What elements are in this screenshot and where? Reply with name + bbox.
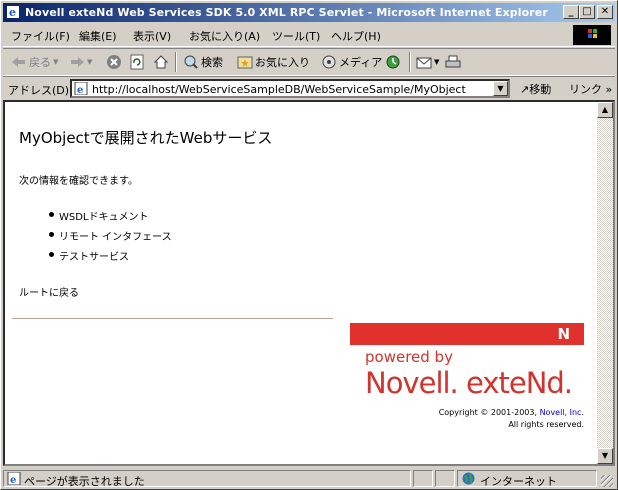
page-content: MyObjectで展開されたWebサービス 次の情報を確認できます。 WSDLド… <box>5 102 597 464</box>
status-message-cell: e ページが表示されました <box>3 470 411 488</box>
return-to-root-link[interactable]: ルートに戻る <box>19 284 79 299</box>
media-button[interactable]: メディア <box>321 53 382 71</box>
status-bar: e ページが表示されました インターネット <box>3 468 615 489</box>
standard-toolbar: 戻る ▼ ▼ 検索 お気に入り メディア ▼ <box>3 48 615 76</box>
wsdl-document-link[interactable]: WSDLドキュメント <box>59 212 149 223</box>
menu-favorites[interactable]: お気に入り(A) <box>189 28 260 44</box>
resize-grip-icon[interactable] <box>601 475 613 487</box>
go-button[interactable]: ↗移動 <box>520 81 551 97</box>
vertical-scrollbar[interactable]: ▲ ▼ <box>597 102 613 464</box>
intro-text: 次の情報を確認できます。 <box>19 176 138 187</box>
print-button[interactable] <box>445 53 461 71</box>
favorites-button[interactable]: お気に入り <box>237 53 310 71</box>
window-title: Novell exteNd Web Services SDK 5.0 XML R… <box>25 6 548 19</box>
refresh-icon <box>130 54 144 70</box>
list-item: テストサービス <box>19 248 172 268</box>
favorites-label: お気に入り <box>255 56 310 69</box>
page-viewport: MyObjectで展開されたWebサービス 次の情報を確認できます。 WSDLド… <box>3 100 615 466</box>
security-zone-cell: インターネット <box>457 470 597 488</box>
go-label: 移動 <box>529 83 552 96</box>
page-icon: e <box>74 82 88 95</box>
novell-extend-logo: Novell. exteNd. <box>365 366 573 400</box>
svg-text:e: e <box>10 475 16 485</box>
menu-bar: ファイル(F) 編集(E) 表示(V) お気に入り(A) ツール(T) ヘルプ(… <box>3 24 615 47</box>
menu-file[interactable]: ファイル(F) <box>11 28 70 44</box>
forward-dropdown-icon[interactable]: ▼ <box>87 58 92 66</box>
links-label: リンク <box>569 83 602 96</box>
title-bar: e Novell exteNd Web Services SDK 5.0 XML… <box>3 3 615 22</box>
svg-text:e: e <box>9 6 16 19</box>
back-button[interactable]: 戻る ▼ <box>11 53 58 71</box>
toolbar-separator <box>175 52 177 72</box>
page-done-icon: e <box>7 472 21 485</box>
copyright-notice: Copyright © 2001-2003, Novell, Inc. All … <box>439 407 584 431</box>
list-item: WSDLドキュメント <box>19 208 172 228</box>
maximize-button[interactable]: □ <box>579 5 595 19</box>
search-label: 検索 <box>201 56 223 69</box>
windows-logo-icon <box>573 25 611 45</box>
page-title: MyObjectで展開されたWebサービス <box>19 129 273 147</box>
security-zone-text: インターネット <box>480 475 557 488</box>
search-button[interactable]: 検索 <box>183 53 223 71</box>
chevron-right-icon: » <box>605 83 613 96</box>
address-bar: アドレス(D) e http://localhost/WebServiceSam… <box>3 76 615 100</box>
address-url: http://localhost/WebServiceSampleDB/WebS… <box>92 83 466 96</box>
link-list: WSDLドキュメント リモート インタフェース テストサービス <box>19 208 172 268</box>
close-button[interactable]: ✕ <box>597 5 613 19</box>
forward-button[interactable]: ▼ <box>69 53 92 71</box>
svg-text:e: e <box>77 85 83 95</box>
stop-button[interactable] <box>106 53 122 71</box>
novell-n-logo: N <box>557 325 570 343</box>
divider <box>12 318 333 319</box>
back-arrow-icon <box>12 57 25 67</box>
scroll-up-icon[interactable]: ▲ <box>597 102 613 118</box>
back-label: 戻る <box>29 56 51 69</box>
remote-interface-link[interactable]: リモート インタフェース <box>59 232 172 243</box>
home-button[interactable] <box>153 53 169 71</box>
internet-explorer-icon: e <box>7 6 19 19</box>
novell-red-bar: N <box>350 323 584 345</box>
mail-button[interactable]: ▼ <box>416 53 439 71</box>
list-item: リモート インタフェース <box>19 228 172 248</box>
globe-icon <box>462 472 475 485</box>
mail-dropdown-icon[interactable]: ▼ <box>434 58 439 66</box>
powered-by-text: powered by <box>365 348 453 366</box>
search-icon <box>184 55 198 69</box>
copyright-prefix: Copyright © 2001-2003, <box>438 408 540 417</box>
minimize-button[interactable]: _ <box>563 5 579 19</box>
back-dropdown-icon[interactable]: ▼ <box>53 58 58 66</box>
toolbar-separator <box>409 52 411 72</box>
home-icon <box>153 55 169 69</box>
go-arrow-icon: ↗ <box>520 83 530 96</box>
history-button[interactable] <box>385 53 401 71</box>
status-cell <box>435 470 455 487</box>
menu-help[interactable]: ヘルプ(H) <box>331 28 381 44</box>
address-dropdown-icon[interactable]: ▼ <box>493 81 508 96</box>
browser-window: e Novell exteNd Web Services SDK 5.0 XML… <box>0 0 618 490</box>
media-icon <box>322 55 336 69</box>
print-icon <box>445 55 461 68</box>
menu-view[interactable]: 表示(V) <box>133 28 171 44</box>
favorites-icon <box>237 56 253 69</box>
test-service-link[interactable]: テストサービス <box>59 252 129 263</box>
history-icon <box>386 55 400 69</box>
refresh-button[interactable] <box>129 53 145 71</box>
mail-icon <box>416 57 432 69</box>
address-input[interactable]: e http://localhost/WebServiceSampleDB/We… <box>70 79 510 98</box>
status-cell <box>413 470 433 487</box>
menu-edit[interactable]: 編集(E) <box>79 28 117 44</box>
address-label: アドレス(D) <box>8 84 70 97</box>
novell-inc-link[interactable]: Novell, Inc. <box>540 408 584 417</box>
rights-text: All rights reserved. <box>508 420 584 429</box>
links-button[interactable]: リンク » <box>569 81 612 97</box>
scroll-down-icon[interactable]: ▼ <box>597 448 613 464</box>
forward-arrow-icon <box>71 57 84 67</box>
media-label: メディア <box>339 56 383 69</box>
status-text: ページが表示されました <box>24 475 145 488</box>
stop-icon <box>107 55 121 69</box>
menu-tools[interactable]: ツール(T) <box>272 28 320 44</box>
